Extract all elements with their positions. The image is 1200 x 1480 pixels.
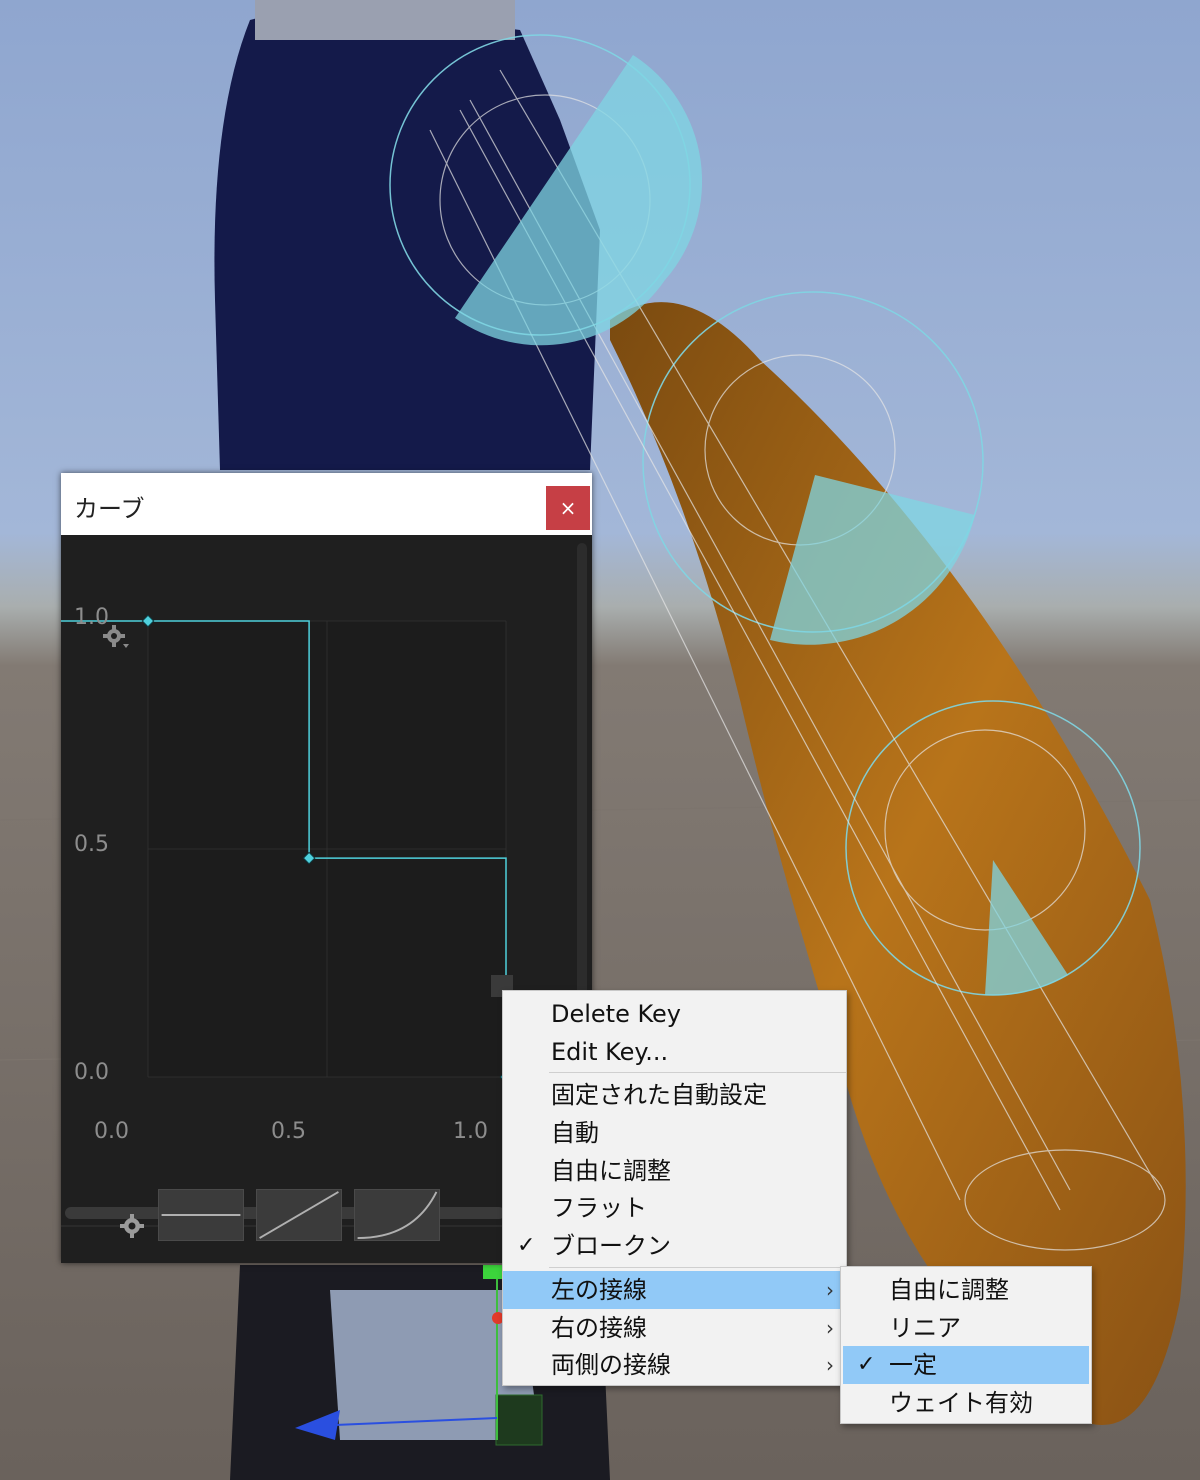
submenu-item-linear[interactable]: リニア: [841, 1309, 1091, 1347]
menu-separator: [549, 1267, 846, 1268]
menu-item-broken[interactable]: ✓ ブロークン: [503, 1227, 846, 1265]
chevron-right-icon: ›: [826, 1353, 834, 1377]
key-context-menu: Delete Key Edit Key... 固定された自動設定 自動 自由に調…: [502, 990, 847, 1386]
menu-item-both-tangents[interactable]: 両側の接線 ›: [503, 1346, 846, 1384]
x-tick-label: 0.5: [271, 1119, 306, 1144]
y-tick-label: 0.5: [74, 832, 109, 857]
preset-linear-button[interactable]: [256, 1189, 342, 1241]
x-tick-label: 0.0: [94, 1119, 129, 1144]
y-tick-label: 0.0: [74, 1060, 109, 1085]
menu-item-auto[interactable]: 自動: [503, 1114, 846, 1152]
menu-item-delete-key[interactable]: Delete Key: [503, 995, 846, 1033]
curve-settings-gear-icon[interactable]: [101, 623, 131, 653]
presets-gear-icon[interactable]: [119, 1213, 145, 1239]
chevron-right-icon: ›: [826, 1278, 834, 1302]
window-titlebar[interactable]: カーブ ×: [61, 473, 592, 535]
submenu-item-free[interactable]: 自由に調整: [841, 1271, 1091, 1309]
preset-flat-button[interactable]: [158, 1189, 244, 1241]
left-tangent-submenu: 自由に調整 リニア ✓ 一定 ウェイト有効: [840, 1266, 1092, 1424]
x-tick-label: 1.0: [453, 1119, 488, 1144]
chevron-right-icon: ›: [826, 1316, 834, 1340]
submenu-item-constant[interactable]: ✓ 一定: [843, 1346, 1089, 1384]
menu-item-right-tangent[interactable]: 右の接線 ›: [503, 1309, 846, 1347]
close-button[interactable]: ×: [546, 486, 590, 530]
menu-item-clamped-auto[interactable]: 固定された自動設定: [503, 1076, 846, 1114]
window-title: カーブ: [74, 495, 145, 523]
menu-item-edit-key[interactable]: Edit Key...: [503, 1033, 846, 1071]
menu-item-free-smooth[interactable]: 自由に調整: [503, 1152, 846, 1190]
submenu-item-weighted[interactable]: ウェイト有効: [841, 1384, 1091, 1422]
menu-separator: [549, 1072, 846, 1073]
check-icon: ✓: [517, 1233, 536, 1258]
check-icon: ✓: [857, 1352, 876, 1377]
preset-ease-in-button[interactable]: [354, 1189, 440, 1241]
menu-item-flat[interactable]: フラット: [503, 1189, 846, 1227]
menu-item-left-tangent[interactable]: 左の接線 ›: [503, 1271, 846, 1309]
